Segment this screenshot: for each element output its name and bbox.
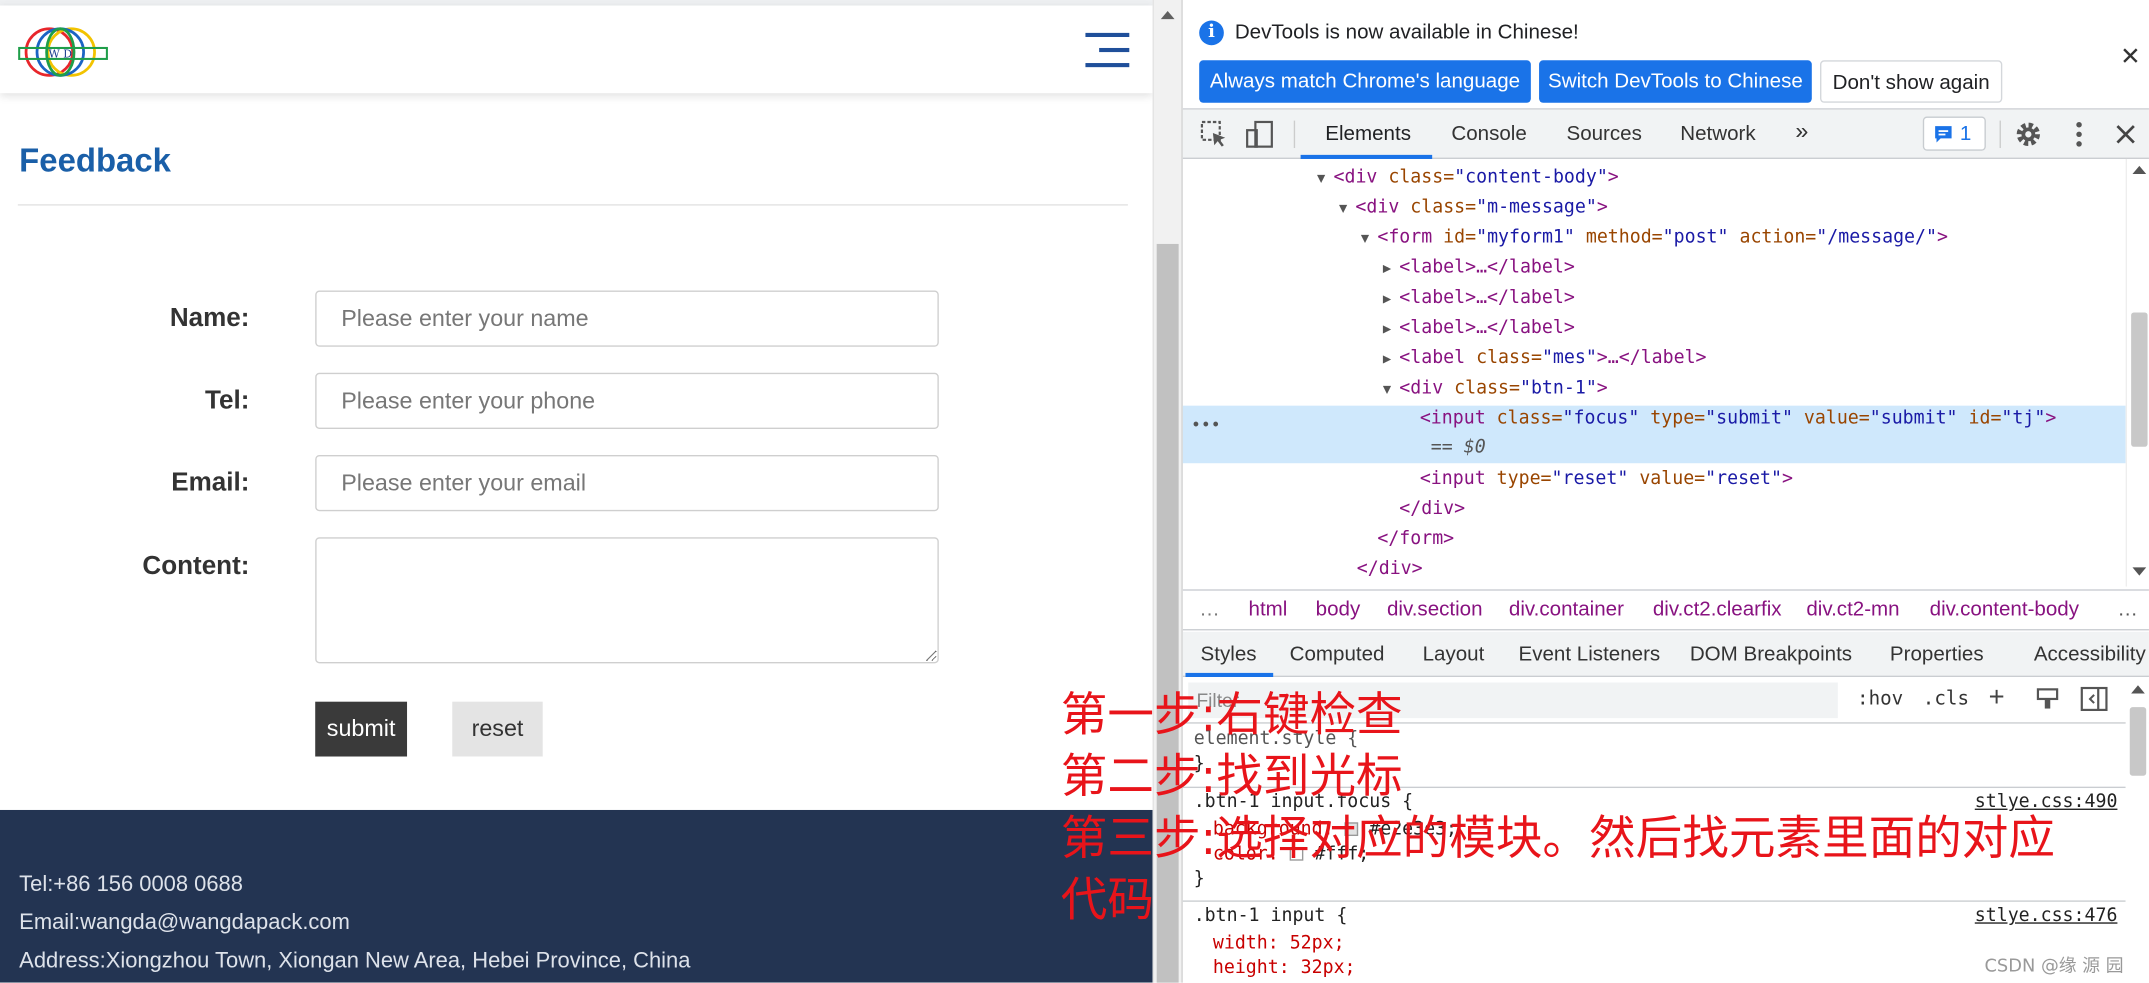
breadcrumb-div-ct2-clearfix[interactable]: div.ct2.clearfix xyxy=(1653,598,1782,621)
close-devtools-icon[interactable] xyxy=(2111,119,2141,149)
breadcrumb-more-left[interactable]: … xyxy=(1199,598,1220,621)
devtools-toolbar: Elements Console Sources Network » 1 xyxy=(1182,109,2149,159)
rule2-height-decl[interactable]: height: 32px; xyxy=(1213,958,1356,983)
breadcrumb-more-right[interactable]: … xyxy=(2117,598,2138,621)
breadcrumb-div-container[interactable]: div.container xyxy=(1509,598,1624,621)
dom-node-label-2[interactable]: ▶ <label>…</label> xyxy=(1383,284,1575,314)
content-label: Content: xyxy=(142,552,250,582)
dom-close-form[interactable]: </form> xyxy=(1377,525,1454,555)
annotation-step-3: 第三步:选择对应的模块。然后找元素里面的对应 xyxy=(1060,811,2056,867)
tel-input[interactable] xyxy=(315,372,939,429)
breadcrumb-div-section[interactable]: div.section xyxy=(1387,598,1483,621)
tab-layout[interactable]: Layout xyxy=(1423,643,1485,666)
title-divider xyxy=(17,204,1128,206)
infobar-message: DevTools is now available in Chinese! xyxy=(1234,20,1579,44)
site-header: W D xyxy=(0,5,1153,94)
breadcrumb: … html body div.section div.container di… xyxy=(1182,589,2149,631)
tree-scroll-down-icon[interactable] xyxy=(2132,567,2147,576)
dom-node-form[interactable]: ▼ <form id="myform1" method="post" action… xyxy=(1361,223,1948,253)
settings-gear-icon[interactable] xyxy=(2013,119,2043,149)
tab-network[interactable]: Network xyxy=(1680,122,1755,145)
match-language-button[interactable]: Always match Chrome's language xyxy=(1199,60,1531,103)
node-options-dots[interactable]: ••• xyxy=(1191,410,1221,440)
page-title: Feedback xyxy=(19,142,171,180)
tab-properties[interactable]: Properties xyxy=(1890,643,1984,666)
website-viewport: W D Feedback Name: Tel: Email: Content: … xyxy=(0,0,1153,983)
tab-elements[interactable]: Elements xyxy=(1325,122,1411,145)
tab-event-listeners[interactable]: Event Listeners xyxy=(1519,643,1661,666)
content-textarea[interactable] xyxy=(315,537,939,664)
tab-console[interactable]: Console xyxy=(1451,122,1526,145)
hamburger-menu-icon[interactable] xyxy=(1083,32,1130,69)
issues-badge[interactable]: 1 xyxy=(1922,116,1986,151)
email-label: Email: xyxy=(171,468,250,498)
language-infobar: i DevTools is now available in Chinese! … xyxy=(1182,0,2149,110)
submit-button[interactable]: submit xyxy=(315,701,408,757)
dom-close-div[interactable]: </div> xyxy=(1399,495,1465,525)
dom-node-input-reset[interactable]: <input type="reset" value="reset"> xyxy=(1420,465,1793,495)
selected-node-marker: == $0 xyxy=(1430,437,1486,458)
message-icon xyxy=(1935,126,1952,143)
tab-dom-breakpoints[interactable]: DOM Breakpoints xyxy=(1690,643,1852,666)
issues-count: 1 xyxy=(1959,121,1972,146)
tab-styles[interactable]: Styles xyxy=(1201,643,1257,666)
dom-tree: ••• ▼ <div class="content-body"> ▼ <div cl… xyxy=(1182,159,2126,587)
annotation-step-2: 第二步:找到光标 xyxy=(1060,749,1403,805)
dom-node-m-message[interactable]: ▼ <div class="m-message"> xyxy=(1339,193,1608,223)
annotation-step-3-cont: 代码 xyxy=(1060,873,1154,928)
footer-address: Address:Xiongzhou Town, Xiongan New Area… xyxy=(19,949,691,974)
breadcrumb-div-content-body[interactable]: div.content-body xyxy=(1930,598,2079,621)
infobar-close-icon[interactable]: ✕ xyxy=(2120,42,2141,71)
tutorial-annotation: 第一步:右键检查 第二步:找到光标 第三步:选择对应的模块。然后找元素里面的对应… xyxy=(1061,685,2144,932)
toolbar-separator xyxy=(1293,120,1296,149)
tab-computed[interactable]: Computed xyxy=(1290,643,1385,666)
tab-sources[interactable]: Sources xyxy=(1566,122,1641,145)
dom-node-label-mes[interactable]: ▶ <label class="mes">…</label> xyxy=(1383,344,1707,374)
scroll-up-arrow-icon[interactable] xyxy=(1160,10,1175,20)
tree-scroll-up-icon[interactable] xyxy=(2132,165,2147,175)
rule2-width-decl[interactable]: width: 52px; xyxy=(1213,933,1345,959)
more-options-icon[interactable] xyxy=(2064,119,2094,149)
footer-email[interactable]: Email:wangda@wangdapack.com xyxy=(19,911,350,936)
annotation-step-1: 第一步:右键检查 xyxy=(1060,687,1403,743)
dont-show-again-button[interactable]: Don't show again xyxy=(1820,60,2003,103)
dom-node-btn-1[interactable]: ▼ <div class="btn-1"> xyxy=(1383,374,1608,404)
styles-tabbar: Styles Computed Layout Event Listeners D… xyxy=(1182,631,2149,678)
dom-node-content-body[interactable]: ▼ <div class="content-body"> xyxy=(1317,163,1619,193)
dom-close-div-2[interactable]: </div> xyxy=(1357,555,1423,585)
dom-tree-scrollbar[interactable] xyxy=(2125,158,2149,587)
switch-to-chinese-button[interactable]: Switch DevTools to Chinese xyxy=(1539,60,1812,103)
dom-node-label-1[interactable]: ▶ <label>…</label> xyxy=(1383,254,1575,284)
csdn-watermark: CSDN @缘 源 园 xyxy=(1984,956,2124,978)
dom-node-input-submit[interactable]: <input class="focus" type="submit" value… xyxy=(1420,404,2056,434)
reset-button[interactable]: reset xyxy=(452,701,543,757)
breadcrumb-body[interactable]: body xyxy=(1316,598,1361,621)
toolbar-separator-2 xyxy=(1999,120,2001,149)
breadcrumb-div-ct2-mn[interactable]: div.ct2-mn xyxy=(1806,598,1899,621)
device-toolbar-icon[interactable] xyxy=(1244,119,1274,149)
name-label: Name: xyxy=(169,304,250,334)
email-input[interactable] xyxy=(315,455,939,512)
name-input[interactable] xyxy=(315,290,939,347)
breadcrumb-html[interactable]: html xyxy=(1249,598,1288,621)
info-icon: i xyxy=(1199,20,1224,46)
site-footer: Tel:+86 156 0008 0688 Email:wangda@wangd… xyxy=(0,809,1153,983)
company-logo[interactable]: W D xyxy=(16,22,109,82)
tab-accessibility[interactable]: Accessibility xyxy=(2034,643,2146,666)
inspect-element-icon[interactable] xyxy=(1199,119,1229,149)
logo-text: W D xyxy=(49,48,73,61)
footer-tel: Tel:+86 156 0008 0688 xyxy=(19,873,243,897)
dom-tree-scrollbar-thumb[interactable] xyxy=(2131,312,2148,447)
more-tabs-chevron-icon[interactable]: » xyxy=(1795,118,1808,145)
dom-node-label-3[interactable]: ▶ <label>…</label> xyxy=(1383,314,1575,344)
tel-label: Tel: xyxy=(205,386,250,416)
